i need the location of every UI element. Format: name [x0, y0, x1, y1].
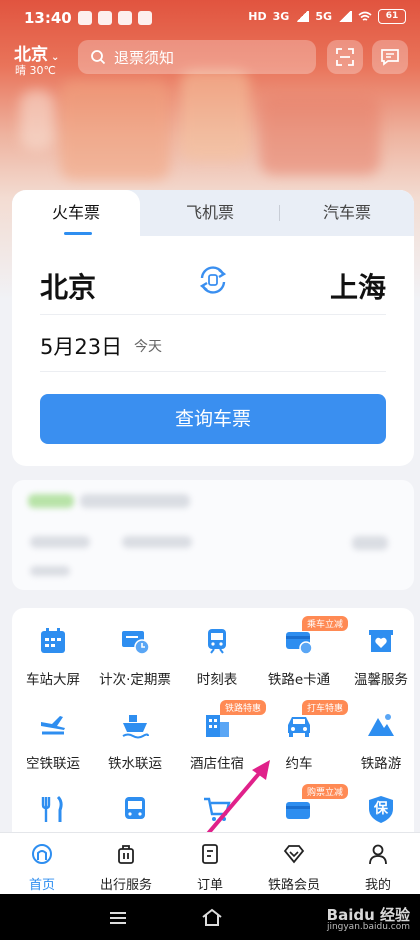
ticket-tabs: 火车票 飞机票 汽车票 — [12, 190, 414, 236]
signal-icon — [338, 11, 352, 22]
tab-bus[interactable]: 汽车票 — [280, 190, 414, 236]
mountain-icon — [368, 714, 394, 736]
ticket-icon — [122, 631, 150, 655]
departure-date[interactable]: 5月23日 — [40, 331, 122, 361]
notification-app-icon — [77, 11, 92, 25]
divider — [40, 314, 386, 315]
nav-label: 首页 — [28, 878, 55, 893]
nav-label: 订单 — [196, 878, 223, 893]
nav-orders[interactable]: 订单 — [168, 833, 252, 895]
wifi-icon — [358, 11, 372, 21]
to-station[interactable]: 上海 — [330, 266, 386, 306]
plane-icon — [41, 716, 65, 735]
luggage-icon — [118, 845, 134, 864]
search-input[interactable]: 退票须知 — [78, 40, 316, 74]
service-timetable[interactable]: 时刻表 — [176, 616, 258, 692]
order-icon — [202, 844, 218, 864]
notification-app-icon — [137, 11, 152, 25]
nav-home[interactable]: 首页 — [0, 833, 84, 895]
active-tab-indicator — [64, 232, 92, 235]
tab-flight[interactable]: 飞机票 — [140, 190, 280, 236]
service-rail-water[interactable]: 铁水联运 — [94, 700, 176, 776]
message-button[interactable] — [372, 40, 408, 74]
status-bar: 13:40 HD 3G 5G 61 — [0, 0, 420, 36]
calendar-icon — [41, 628, 65, 653]
service-label: 温馨服务 — [354, 672, 408, 688]
notification-app-icon — [97, 11, 112, 25]
home-icon[interactable] — [200, 907, 224, 927]
header-bar: 北京 ⌄ 晴 30℃ 退票须知 — [0, 38, 420, 82]
service-label: 计次·定期票 — [99, 672, 171, 688]
diamond-icon — [283, 845, 305, 864]
query-tickets-button[interactable]: 查询车票 — [40, 394, 386, 444]
system-nav-bar: Baidu 经验 jingyan.baidu.com — [0, 894, 420, 940]
network-5g-label: 5G — [315, 10, 332, 23]
nav-membership[interactable]: 铁路会员 — [252, 833, 336, 895]
network-3g-label: 3G — [272, 10, 290, 23]
nav-label: 出行服务 — [99, 878, 152, 893]
shield-label: 保 — [374, 801, 388, 817]
status-time: 13:40 — [24, 9, 72, 27]
notification-app-icon — [117, 11, 132, 25]
heart-box-icon — [369, 630, 393, 652]
ship-icon — [122, 715, 149, 739]
signal-icon — [295, 11, 310, 22]
search-icon — [91, 50, 106, 65]
menu-icon[interactable] — [108, 910, 128, 926]
status-indicators: HD 3G 5G 61 — [248, 9, 406, 24]
tab-train[interactable]: 火车票 — [12, 190, 140, 236]
service-label: 车站大屏 — [26, 672, 80, 688]
food-icon — [41, 795, 63, 822]
divider — [40, 371, 386, 372]
service-air-rail[interactable]: 空铁联运 — [12, 700, 94, 776]
message-icon — [381, 49, 399, 66]
user-icon — [369, 844, 387, 865]
home-rail-icon — [32, 844, 52, 864]
battery-level: 61 — [378, 9, 406, 24]
weather-text: 晴 30℃ — [15, 64, 56, 77]
ticket-card: 火车票 飞机票 汽车票 北京 上海 5月23日 今天 查询车票 — [12, 190, 414, 466]
nav-label: 我的 — [364, 878, 391, 893]
bottom-nav: 首页 出行服务 订单 铁路会员 我的 — [0, 832, 420, 895]
nav-profile[interactable]: 我的 — [336, 833, 420, 895]
scan-button[interactable] — [327, 40, 363, 74]
nav-travel-services[interactable]: 出行服务 — [84, 833, 168, 895]
service-station-screen[interactable]: 车站大屏 — [12, 616, 94, 692]
from-station[interactable]: 北京 — [40, 266, 96, 306]
scan-icon — [336, 48, 354, 66]
service-label: 酒店住宿 — [190, 756, 244, 772]
service-label: 时刻表 — [196, 672, 238, 688]
service-label: 约车 — [285, 756, 313, 772]
search-placeholder: 退票须知 — [114, 48, 175, 67]
service-rail-ecard[interactable]: 乘车立减 铁路e卡通 — [258, 616, 349, 692]
service-label: 铁路游 — [360, 756, 402, 772]
cart-icon — [204, 797, 231, 821]
service-hotel[interactable]: 铁路特惠 酒店住宿 — [176, 700, 267, 776]
service-rail-travel[interactable]: 铁路游 — [340, 700, 414, 776]
watermark-url: jingyan.baidu.com — [326, 922, 410, 932]
network-hd-label: HD — [248, 10, 267, 23]
service-label: 空铁联运 — [26, 756, 80, 772]
service-grid: 车站大屏 计次·定期票 时刻表 乘车立减 铁路e卡通 温馨服务 空铁联运 铁水联… — [12, 608, 414, 848]
service-label: 铁水联运 — [108, 756, 162, 772]
date-day-label: 今天 — [134, 339, 162, 355]
nav-label: 铁路会员 — [267, 878, 320, 893]
service-ride-hailing[interactable]: 打车特惠 约车 — [258, 700, 349, 776]
service-multi-ride-ticket[interactable]: 计次·定期票 — [94, 616, 176, 692]
train-icon — [208, 629, 226, 654]
swap-stations-icon[interactable] — [197, 264, 229, 296]
service-label: 铁路e卡通 — [267, 672, 331, 688]
bus-icon — [125, 797, 145, 819]
service-care[interactable]: 温馨服务 — [340, 616, 414, 692]
blurred-banner[interactable] — [12, 480, 414, 590]
